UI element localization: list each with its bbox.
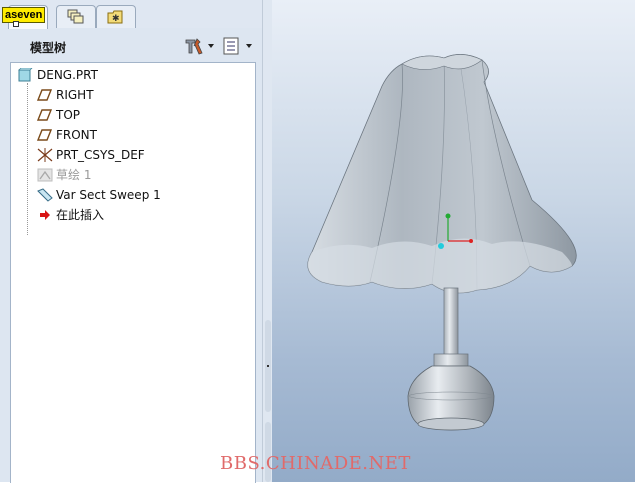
tree-connector <box>27 83 28 235</box>
favorites-tab[interactable]: ✱ <box>96 5 136 28</box>
csys-x-marker <box>469 239 473 243</box>
tree-item-label: 在此插入 <box>56 208 105 222</box>
lamp-model[interactable] <box>272 0 635 482</box>
tree-item-label: Var Sect Sweep 1 <box>56 188 161 202</box>
datum-plane-icon <box>37 89 53 101</box>
tree-item-label: PRT_CSYS_DEF <box>56 148 145 162</box>
csys-y-marker <box>445 213 451 219</box>
insert-here-arrow-icon <box>40 210 50 220</box>
layers-tab[interactable] <box>56 5 96 28</box>
panel-title: 模型树 <box>30 41 67 55</box>
tree-item-label: DENG.PRT <box>37 68 98 82</box>
part-icon <box>18 68 33 82</box>
splitter-dot-icon <box>267 365 269 367</box>
sweep-icon <box>37 188 53 202</box>
tag-handle-icon <box>13 21 19 27</box>
graphics-viewport[interactable] <box>272 0 635 482</box>
tree-item-label: FRONT <box>56 128 97 142</box>
tree-item-label: 草绘 1 <box>56 168 92 182</box>
model-tree: DENG.PRT RIGHT TOP FRONT PRT_CSYS_DEF 草绘… <box>10 62 256 483</box>
sketch-icon <box>37 168 53 182</box>
navigator-panel: ✱ aseven 模型树 DENG.PRT RIGHT TOP FRONT PR… <box>0 0 273 483</box>
panel-toolbar: 模型树 <box>0 28 262 62</box>
show-menu-button[interactable] <box>222 36 256 56</box>
csys-icon <box>37 148 53 162</box>
svg-text:✱: ✱ <box>112 14 120 24</box>
settings-menu-button[interactable] <box>183 36 217 56</box>
datum-plane-icon <box>37 109 53 121</box>
tools-icon <box>185 38 214 55</box>
csys-z-marker <box>438 243 444 249</box>
folder-star-icon: ✱ <box>107 10 123 24</box>
layers-icon <box>67 9 84 24</box>
site-watermark: BBS.CHINADE.NET <box>220 453 411 474</box>
list-icon <box>223 37 252 55</box>
tree-item-label: TOP <box>56 108 81 122</box>
datum-plane-icon <box>37 129 53 141</box>
tree-item-label: RIGHT <box>56 88 94 102</box>
user-tag: aseven <box>2 7 46 23</box>
